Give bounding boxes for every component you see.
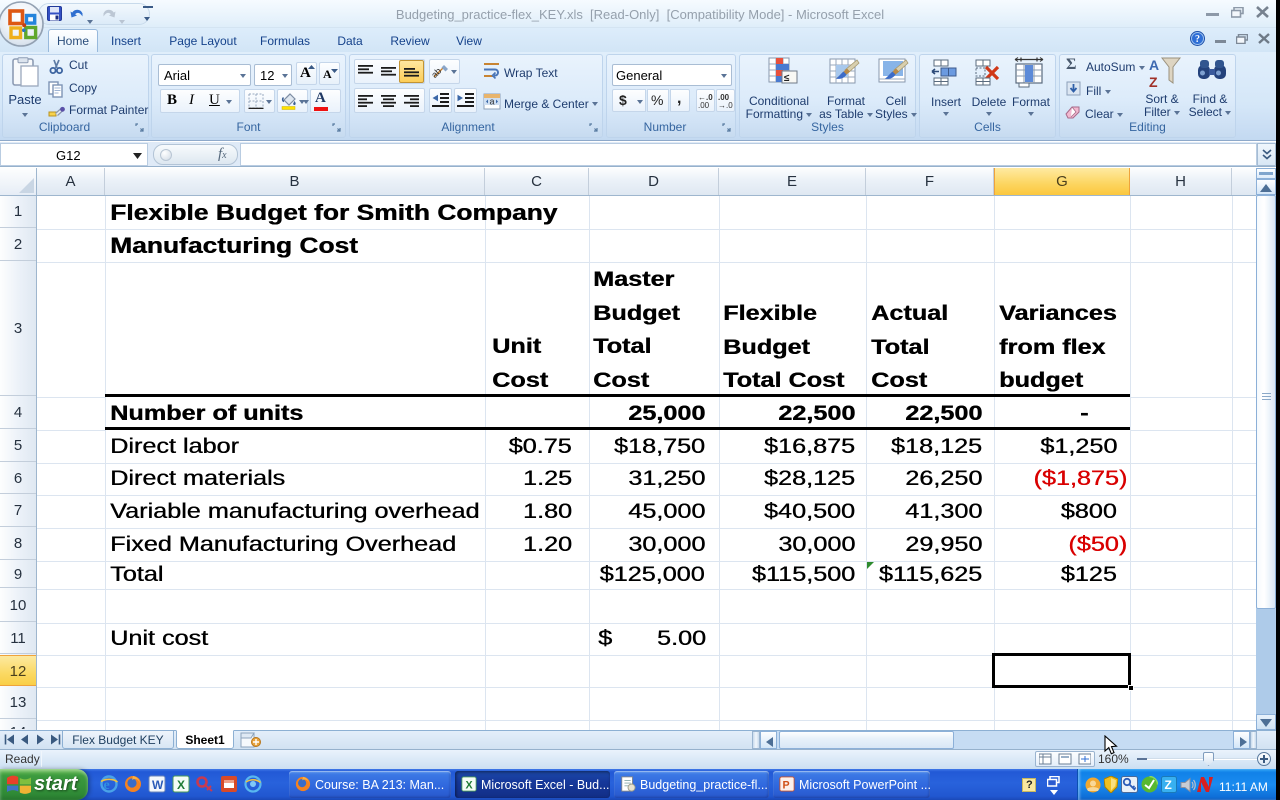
svg-text:P: P — [783, 779, 790, 791]
svg-text:Z: Z — [1149, 74, 1158, 89]
svg-text:a: a — [489, 97, 494, 107]
svg-text:≤: ≤ — [784, 73, 790, 84]
svg-text:X: X — [177, 778, 185, 792]
svg-text:Z: Z — [1165, 778, 1172, 792]
svg-text:?: ? — [1195, 34, 1200, 45]
svg-text:W: W — [152, 778, 164, 792]
svg-text:ab: ab — [432, 66, 443, 80]
svg-text:A: A — [1149, 57, 1159, 73]
svg-text:X: X — [465, 779, 473, 791]
